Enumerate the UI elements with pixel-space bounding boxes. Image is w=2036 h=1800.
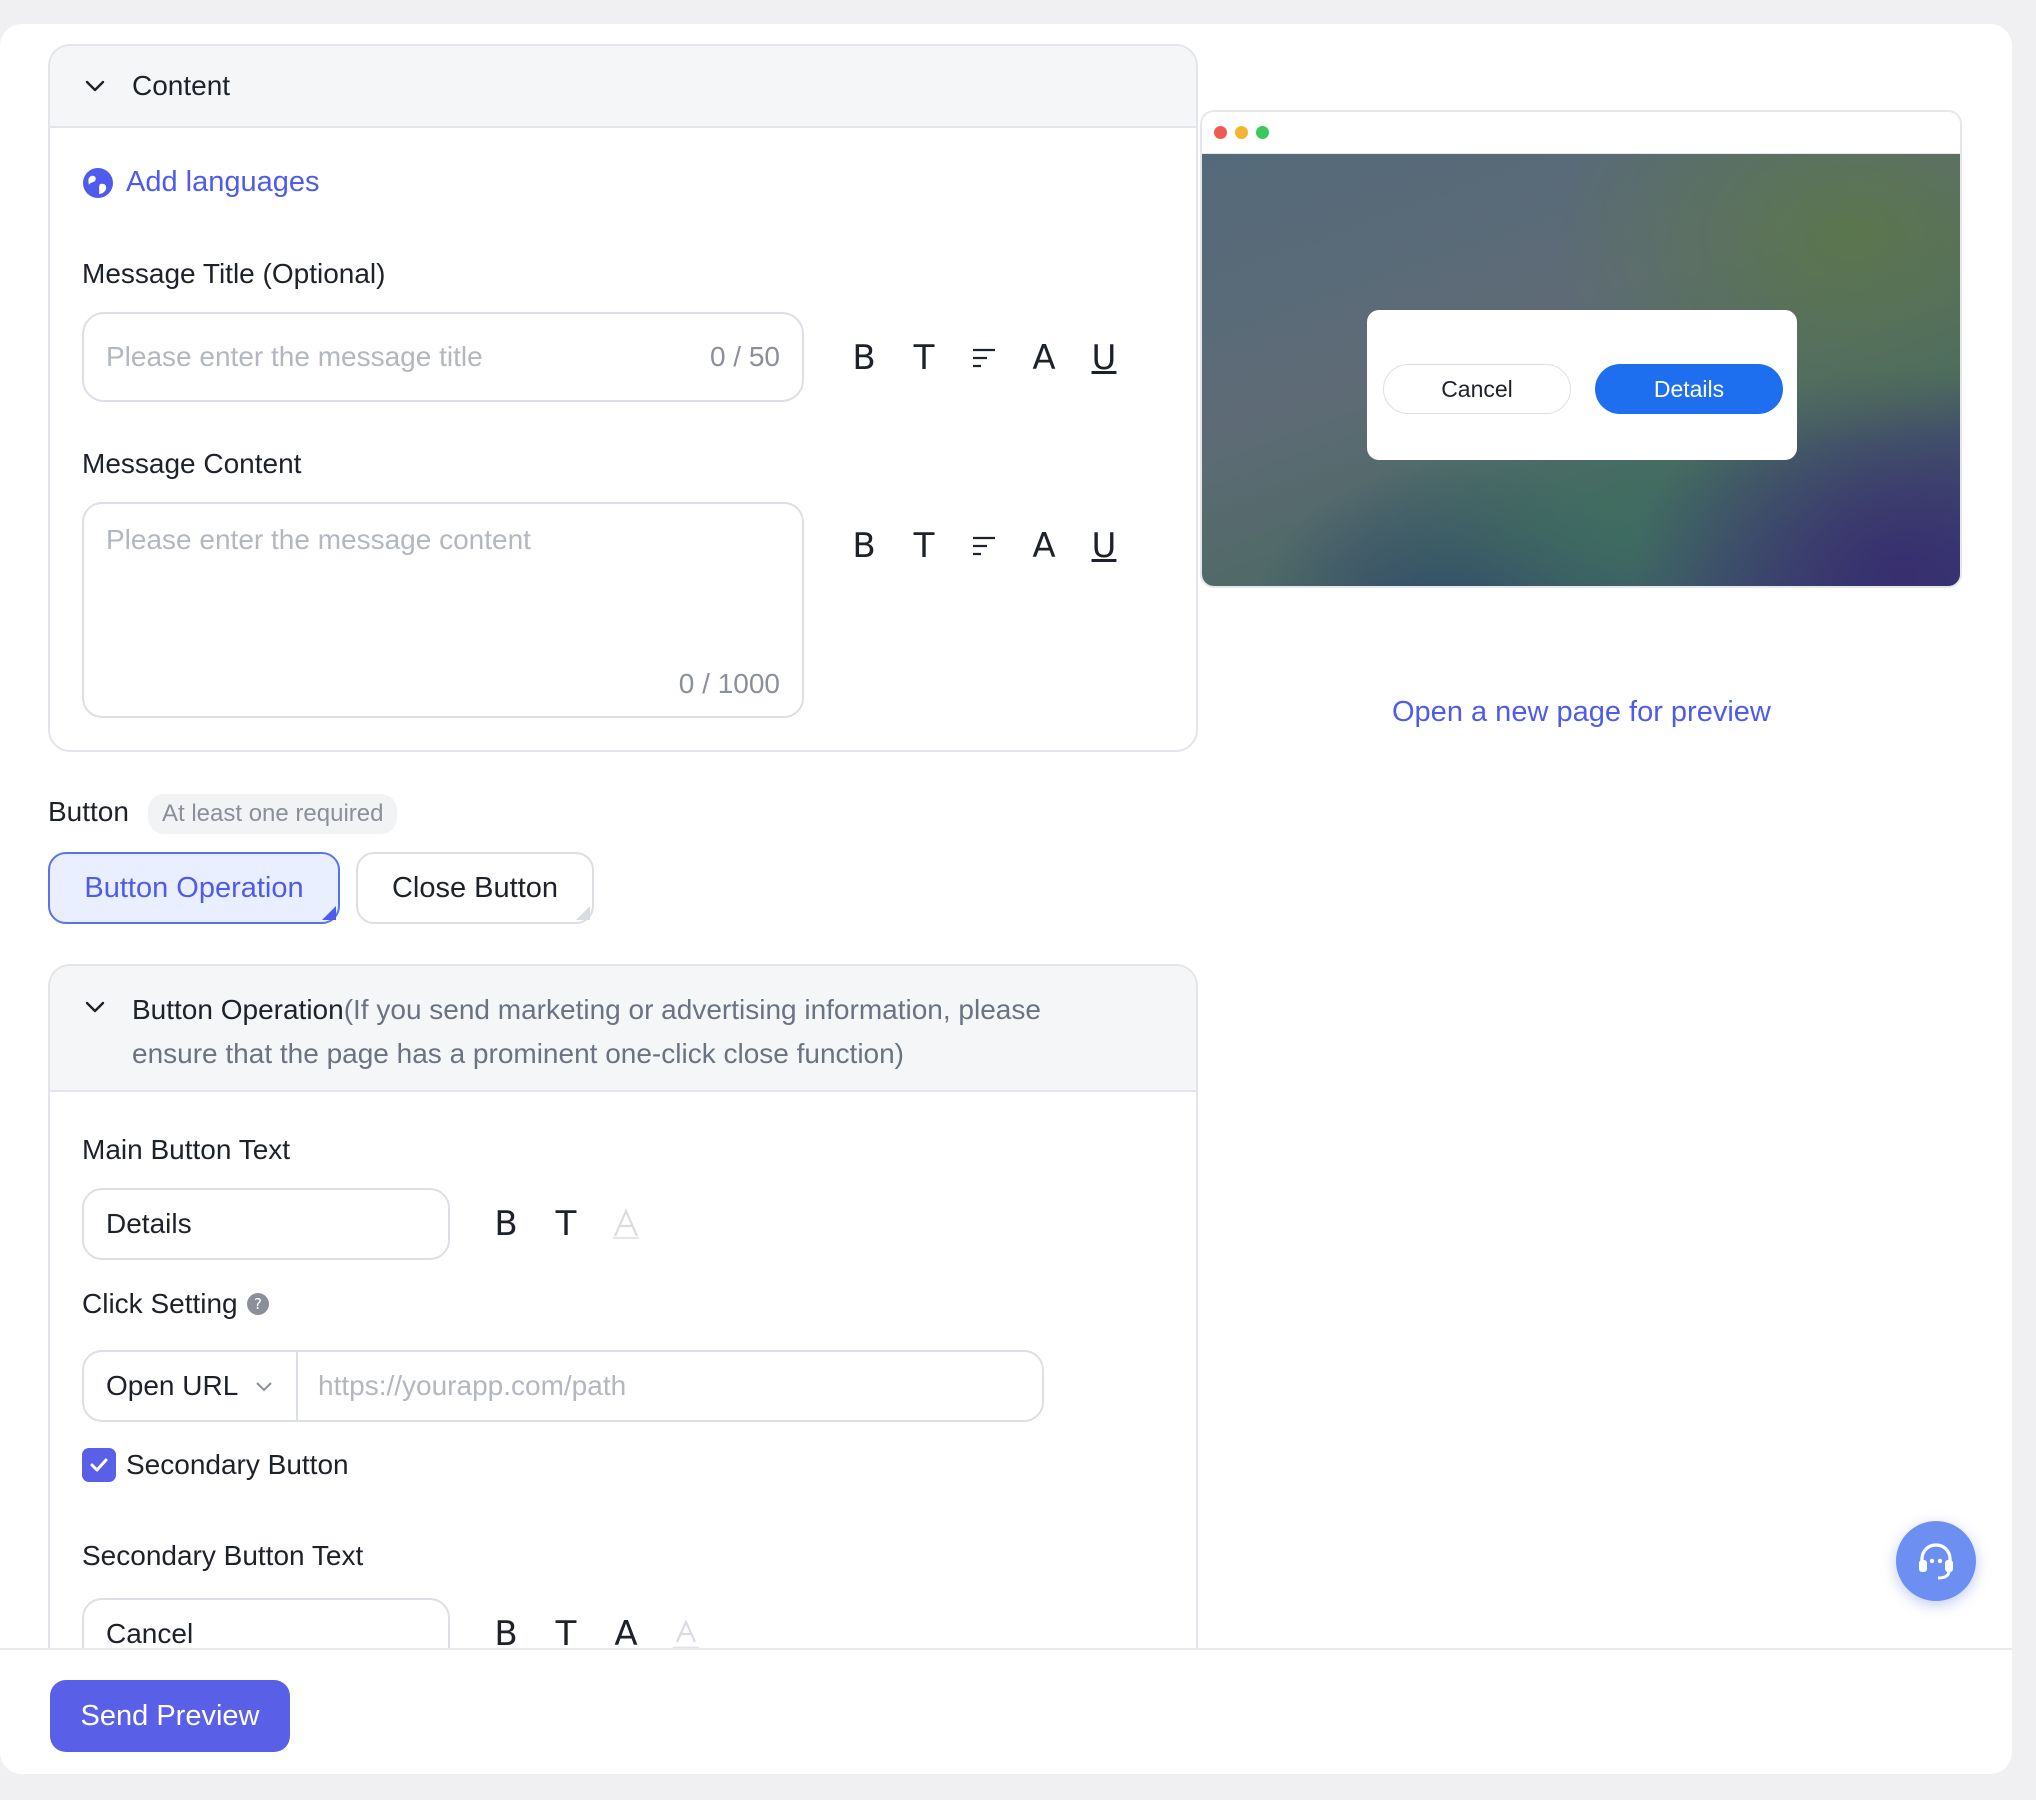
preview-details-label: Details bbox=[1653, 375, 1725, 402]
button-operation-option-label: Button Operation bbox=[84, 871, 304, 904]
preview-cancel-button: Cancel bbox=[1383, 364, 1571, 414]
click-action-select[interactable]: Open URL bbox=[84, 1352, 298, 1420]
open-preview-page-link[interactable]: Open a new page for preview bbox=[1392, 696, 1771, 729]
checkmark-icon bbox=[90, 1458, 108, 1472]
close-button-option-label: Close Button bbox=[391, 871, 559, 904]
message-title-format-toolbar: B T A U bbox=[834, 336, 1134, 380]
preview-browser-frame: Cancel Details bbox=[1200, 110, 1962, 588]
click-action-value: Open URL bbox=[106, 1370, 239, 1401]
message-content-placeholder: Please enter the message content bbox=[106, 524, 531, 555]
font-color-button[interactable]: A bbox=[1014, 524, 1074, 568]
preview-dialog: Cancel Details bbox=[1367, 310, 1797, 460]
globe-icon bbox=[83, 167, 113, 198]
main-button-text-value: Details bbox=[106, 1208, 192, 1239]
add-languages-link[interactable]: Add languages bbox=[82, 166, 320, 199]
requirement-tag: At least one required bbox=[148, 794, 398, 834]
send-preview-button[interactable]: Send Preview bbox=[50, 1680, 290, 1752]
highlight-button-disabled bbox=[656, 1612, 716, 1648]
button-operation-hint-line2: ensure that the page has a prominent one… bbox=[132, 1038, 905, 1069]
url-input[interactable]: https://yourapp.com/path bbox=[298, 1352, 1042, 1420]
main-button-text-label: Main Button Text bbox=[82, 1134, 291, 1165]
font-size-button[interactable]: T bbox=[536, 1612, 596, 1648]
secondary-button-text-value: Cancel bbox=[106, 1618, 194, 1648]
content-panel-header[interactable]: Content bbox=[50, 46, 1196, 128]
button-operation-panel-title: Button Operation bbox=[132, 994, 344, 1025]
url-placeholder: https://yourapp.com/path bbox=[318, 1370, 627, 1401]
message-content-textarea[interactable]: Please enter the message content 0 / 100… bbox=[82, 502, 804, 718]
chevron-down-icon bbox=[85, 80, 105, 92]
secondary-button-checkbox-label: Secondary Button bbox=[126, 1449, 349, 1480]
main-button-text-input[interactable]: Details bbox=[82, 1188, 450, 1260]
chevron-down-icon bbox=[85, 1001, 105, 1013]
button-operation-panel-header[interactable]: Button Operation(If you send marketing o… bbox=[50, 966, 1196, 1092]
click-setting-row: Click Setting ? bbox=[82, 1288, 270, 1320]
preview-details-button: Details bbox=[1595, 364, 1783, 414]
selected-corner-icon bbox=[322, 906, 336, 920]
font-color-disabled-icon bbox=[613, 1208, 639, 1239]
secondary-button-checkbox[interactable] bbox=[82, 1448, 116, 1482]
click-setting-group: Open URL https://yourapp.com/path bbox=[82, 1350, 1044, 1422]
content-panel: Content Add languages Message Title (Opt… bbox=[48, 44, 1198, 752]
message-content-counter: 0 / 1000 bbox=[678, 668, 780, 699]
message-title-label: Message Title (Optional) bbox=[82, 258, 386, 289]
main-button-format-toolbar: B T bbox=[476, 1202, 656, 1246]
help-icon[interactable]: ? bbox=[246, 1292, 270, 1316]
underline-button[interactable]: U bbox=[1074, 336, 1134, 380]
message-content-format-toolbar: B T A U bbox=[834, 524, 1134, 568]
underline-button[interactable]: U bbox=[1074, 524, 1134, 568]
font-size-button[interactable]: T bbox=[894, 524, 954, 568]
window-maximize-dot bbox=[1256, 126, 1269, 139]
customer-support-button[interactable] bbox=[1896, 1521, 1976, 1601]
message-content-label: Message Content bbox=[82, 448, 302, 479]
button-operation-panel: Button Operation(If you send marketing o… bbox=[48, 964, 1198, 1648]
align-lines-icon bbox=[973, 536, 995, 556]
chevron-down-icon bbox=[256, 1382, 273, 1392]
align-button[interactable] bbox=[954, 336, 1014, 380]
message-title-placeholder: Please enter the message title bbox=[106, 341, 483, 372]
secondary-button-format-toolbar: B T A bbox=[476, 1612, 716, 1648]
add-languages-label: Add languages bbox=[126, 166, 320, 198]
content-panel-title: Content bbox=[132, 70, 231, 101]
message-title-input[interactable]: Please enter the message title 0 / 50 bbox=[82, 312, 804, 402]
align-lines-icon bbox=[973, 348, 995, 368]
preview-screen: Cancel Details bbox=[1202, 154, 1960, 586]
headset-icon bbox=[1919, 1543, 1953, 1580]
button-operation-option[interactable]: Button Operation bbox=[48, 852, 340, 924]
font-size-button[interactable]: T bbox=[536, 1202, 596, 1246]
bold-button[interactable]: B bbox=[476, 1612, 536, 1648]
scroll-area: Content Add languages Message Title (Opt… bbox=[0, 24, 2012, 1648]
align-button[interactable] bbox=[954, 524, 1014, 568]
font-color-button-disabled bbox=[596, 1202, 656, 1246]
preview-cancel-label: Cancel bbox=[1441, 375, 1513, 402]
browser-title-bar bbox=[1202, 112, 1960, 154]
secondary-button-text-label: Secondary Button Text bbox=[82, 1540, 364, 1571]
button-section-label: Button bbox=[48, 796, 129, 827]
click-setting-label: Click Setting bbox=[82, 1288, 238, 1319]
svg-text:?: ? bbox=[254, 1295, 262, 1313]
secondary-button-checkbox-row[interactable]: Secondary Button bbox=[82, 1448, 349, 1482]
font-size-button[interactable]: T bbox=[894, 336, 954, 380]
highlight-disabled-icon bbox=[673, 1619, 699, 1648]
window-minimize-dot bbox=[1235, 126, 1248, 139]
window-close-dot bbox=[1214, 126, 1227, 139]
font-color-button[interactable]: A bbox=[596, 1612, 656, 1648]
button-operation-hint-line1: (If you send marketing or advertising in… bbox=[343, 994, 1041, 1025]
bold-button[interactable]: B bbox=[476, 1202, 536, 1246]
bold-button[interactable]: B bbox=[834, 336, 894, 380]
footer-bar: Send Preview bbox=[0, 1648, 2012, 1774]
bold-button[interactable]: B bbox=[834, 524, 894, 568]
font-color-button[interactable]: A bbox=[1014, 336, 1074, 380]
secondary-button-text-input[interactable]: Cancel bbox=[82, 1598, 450, 1648]
close-button-option[interactable]: Close Button bbox=[356, 852, 594, 924]
send-preview-label: Send Preview bbox=[80, 1699, 260, 1732]
main-card: Content Add languages Message Title (Opt… bbox=[0, 24, 2012, 1774]
message-title-counter: 0 / 50 bbox=[709, 341, 780, 372]
unselected-corner-icon bbox=[576, 906, 590, 920]
